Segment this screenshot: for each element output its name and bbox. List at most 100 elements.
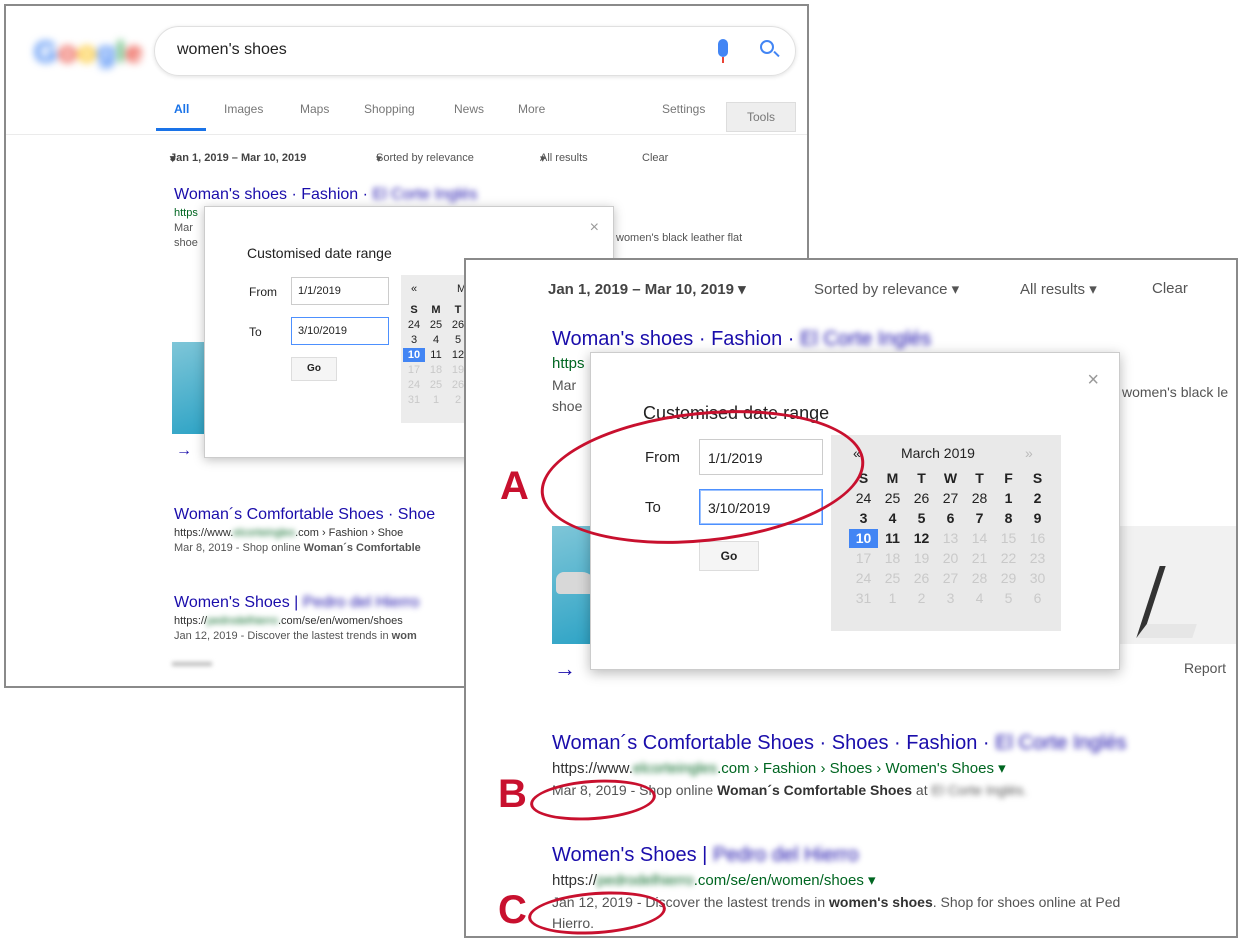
calendar-day[interactable]: 7 [965, 509, 994, 528]
sort-dropdown[interactable]: Sorted by relevance ▾ [376, 152, 474, 165]
clear-link[interactable]: Clear [642, 152, 668, 164]
weekday: S [410, 304, 418, 316]
calendar-day[interactable]: 5 [907, 509, 936, 528]
clear-link[interactable]: Clear [1152, 280, 1188, 297]
calendar-day-selected[interactable]: 10 [849, 529, 878, 548]
calendar-day: 1 [888, 590, 897, 606]
calendar-day[interactable]: 4 [878, 509, 907, 528]
result-snippet: Mar 8, 2019 - Shop online Woman´s Comfor… [174, 542, 421, 554]
calendar-month-label: March 2019 [901, 445, 975, 461]
close-icon[interactable]: × [590, 219, 599, 237]
date-range-dropdown[interactable]: Jan 1, 2019 – Mar 10, 2019 ▾ [170, 152, 306, 165]
calendar-day[interactable]: 28 [965, 489, 994, 508]
calendar-day[interactable]: 27 [936, 489, 965, 508]
tab-shopping[interactable]: Shopping [364, 102, 415, 116]
result-snippet-right: women's black leather flat [616, 232, 743, 244]
search-input[interactable]: women's shoes [154, 26, 796, 76]
google-logo[interactable]: Google [34, 36, 142, 70]
more-arrow-icon[interactable]: → [176, 442, 192, 460]
calendar-day: 22 [1000, 550, 1017, 566]
to-input[interactable]: 3/10/2019 [291, 317, 389, 345]
results-dropdown[interactable]: All results ▾ [1020, 280, 1097, 298]
calendar-day: 30 [1029, 570, 1046, 586]
result-image-shoe[interactable] [1118, 526, 1236, 644]
result-url[interactable]: https://www.elcorteingles.com › Fashion … [174, 527, 435, 539]
calendar-day-selected[interactable]: 10 [403, 348, 425, 362]
calendar-day: 15 [1000, 530, 1017, 546]
tab-all[interactable]: All [174, 102, 189, 116]
result-url[interactable]: https://pedrodelhierro.com/se/en/women/s… [174, 615, 419, 627]
from-input[interactable]: 1/1/2019 [291, 277, 389, 305]
calendar-header: « March 2019 » [831, 445, 1061, 465]
result-title[interactable]: Women's Shoes | Pedro del Hierro [174, 594, 419, 612]
tab-maps[interactable]: Maps [300, 102, 329, 116]
result-url[interactable]: https://www.elcorteingles.com › Fashion … [552, 759, 1126, 777]
calendar-day[interactable]: 9 [1023, 509, 1052, 528]
calendar-day[interactable]: 6 [936, 509, 965, 528]
weekday: F [1004, 470, 1013, 486]
calendar-day[interactable]: 25 [878, 489, 907, 508]
calendar-day[interactable]: 2 [1023, 489, 1052, 508]
result-title[interactable]: Women's Shoes | Pedro del Hierro [552, 844, 1120, 867]
result-title[interactable]: Woman's shoes · Fashion · El Corte Inglé… [552, 328, 931, 351]
calendar-day[interactable]: 24 [403, 318, 425, 332]
calendar-day[interactable]: 25 [425, 318, 447, 332]
calendar-prev-button[interactable]: « [411, 283, 417, 295]
calendar-day: 16 [1029, 530, 1046, 546]
calendar-next-button[interactable]: » [1025, 445, 1033, 461]
tab-settings[interactable]: Settings [662, 102, 705, 116]
result-title[interactable]: Woman's shoes · Fashion · El Corte Inglé… [174, 186, 477, 204]
calendar-day: 23 [1029, 550, 1046, 566]
calendar-day: 18 [429, 364, 443, 376]
calendar-day: 2 [917, 590, 926, 606]
go-button[interactable]: Go [699, 541, 759, 571]
zoomed-screenshot: Jan 1, 2019 – Mar 10, 2019 ▾ Sorted by r… [464, 258, 1238, 938]
calendar-day: 24 [407, 379, 421, 391]
sort-dropdown[interactable]: Sorted by relevance ▾ [814, 280, 959, 298]
calendar-day[interactable]: 4 [425, 333, 447, 347]
microphone-icon[interactable] [718, 39, 728, 63]
report-link[interactable]: Report [1184, 660, 1226, 676]
result-url[interactable]: https://pedrodelhierro.com/se/en/women/s… [552, 871, 1120, 889]
calendar-day: 24 [855, 570, 872, 586]
tab-more[interactable]: More [518, 102, 545, 116]
result-3: Women's Shoes | Pedro del Hierro https:/… [174, 594, 419, 642]
tab-news[interactable]: News [454, 102, 484, 116]
calendar-day: 26 [913, 570, 930, 586]
result-title[interactable]: Woman´s Comfortable Shoes · Shoes · Fash… [552, 732, 1126, 755]
calendar-day[interactable]: 8 [994, 509, 1023, 528]
date-range-dropdown[interactable]: Jan 1, 2019 – Mar 10, 2019 ▾ [548, 280, 746, 298]
calendar-day: 27 [942, 570, 959, 586]
result-title[interactable]: Woman´s Comfortable Shoes · Shoe [174, 506, 435, 524]
weekday: W [943, 470, 958, 486]
close-icon[interactable]: × [1087, 369, 1099, 392]
calendar-day[interactable]: 26 [907, 489, 936, 508]
calendar-day[interactable]: 11 [425, 348, 447, 362]
go-button[interactable]: Go [291, 357, 337, 381]
calendar-day: 29 [1000, 570, 1017, 586]
calendar-day: 3 [946, 590, 955, 606]
search-icon[interactable] [760, 40, 774, 54]
calendar-day[interactable]: 24 [849, 489, 878, 508]
calendar-day: 14 [971, 530, 988, 546]
calendar-day[interactable]: 3 [849, 509, 878, 528]
calendar-day: 20 [942, 550, 959, 566]
calendar-day: 31 [855, 590, 872, 606]
result-image[interactable] [172, 342, 204, 434]
more-arrow-icon[interactable]: → [554, 656, 576, 682]
calendar-day[interactable]: 12 [907, 529, 936, 548]
calendar-grid: S M T W T F S 242526272812 3456789 10111… [849, 469, 1052, 608]
calendar-day[interactable]: 3 [403, 333, 425, 347]
tools-button[interactable]: Tools [726, 102, 796, 132]
calendar-day: 21 [971, 550, 988, 566]
results-dropdown[interactable]: All results ▾ [540, 152, 588, 165]
tab-images[interactable]: Images [224, 102, 263, 116]
calendar: « March 2019 » S M T W T F S 24 25 26 27 28 1… [831, 435, 1061, 631]
from-label: From [249, 285, 277, 299]
result-image[interactable] [552, 526, 596, 644]
weekday: M [886, 470, 899, 486]
calendar-day: 4 [975, 590, 984, 606]
active-tab-underline [156, 128, 206, 131]
calendar-day[interactable]: 11 [878, 529, 907, 548]
calendar-day[interactable]: 1 [994, 489, 1023, 508]
